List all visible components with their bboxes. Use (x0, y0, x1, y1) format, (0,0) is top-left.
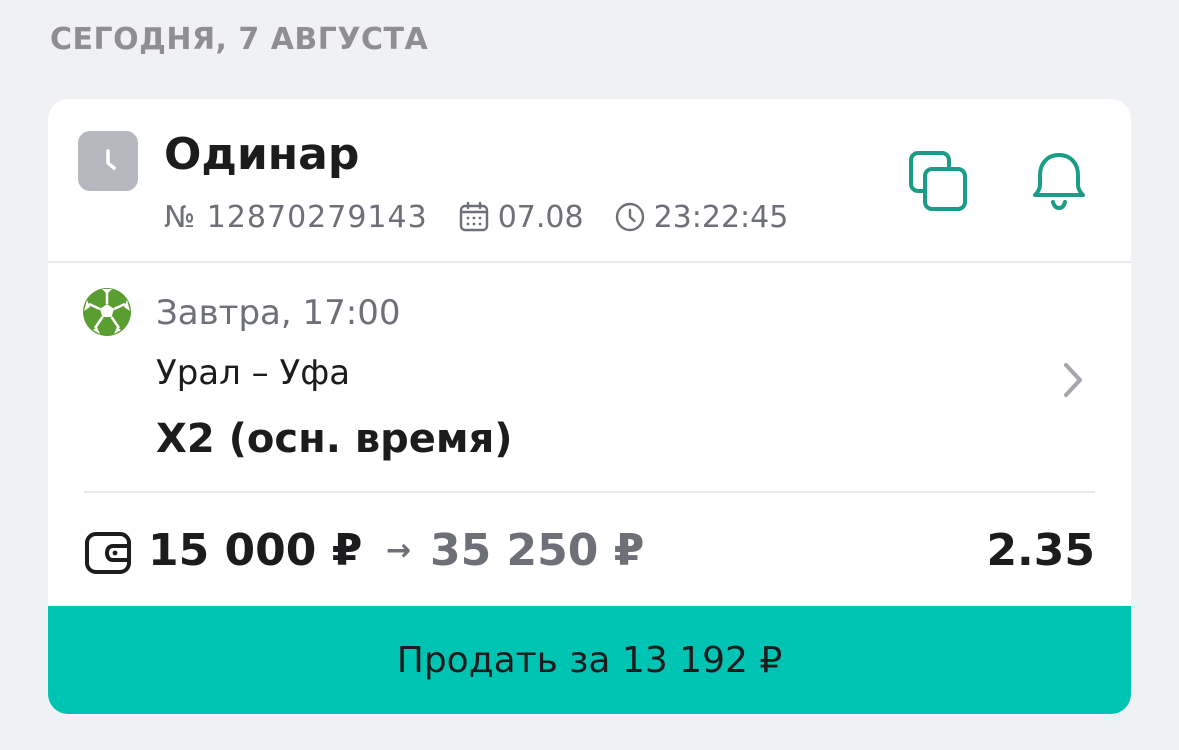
potential-payout: 35 250 ₽ (430, 525, 645, 576)
notify-button[interactable] (1023, 147, 1095, 219)
event-row[interactable]: Завтра, 17:00 Урал – Уфа X2 (осн. время) (48, 263, 1131, 491)
bet-meta: № 12870279143 07.08 23:22:45 (164, 197, 788, 237)
bet-time: 23:22:45 (653, 199, 789, 235)
sell-button[interactable]: Продать за 13 192 ₽ (48, 606, 1131, 714)
wallet-icon (84, 527, 134, 577)
clock-icon (78, 131, 138, 191)
amount-row: 15 000 ₽ → 35 250 ₽ 2.35 (84, 519, 1095, 583)
copy-icon (909, 151, 967, 211)
bet-type-title: Одинар (164, 129, 360, 180)
event-start-time: Завтра, 17:00 (156, 293, 401, 333)
event-teams: Урал – Уфа (156, 353, 351, 393)
arrow-right-icon: → (386, 533, 412, 568)
bet-number: № 12870279143 (164, 199, 428, 235)
bet-outcome: X2 (осн. время) (156, 416, 513, 462)
chevron-right-icon[interactable] (1054, 355, 1094, 405)
bell-icon (1033, 153, 1085, 211)
stake-amount: 15 000 ₽ (148, 525, 363, 576)
bet-card: Одинар № 12870279143 07.08 23:22:45 Завт… (48, 99, 1131, 714)
odds-value: 2.35 (986, 525, 1095, 576)
bet-date: 07.08 (497, 199, 584, 235)
copy-button[interactable] (903, 147, 975, 219)
section-date-header: СЕГОДНЯ, 7 АВГУСТА (50, 22, 429, 57)
event-divider (84, 491, 1095, 493)
soccer-ball-icon (82, 287, 132, 337)
time-icon (614, 201, 646, 233)
calendar-icon (458, 201, 490, 233)
